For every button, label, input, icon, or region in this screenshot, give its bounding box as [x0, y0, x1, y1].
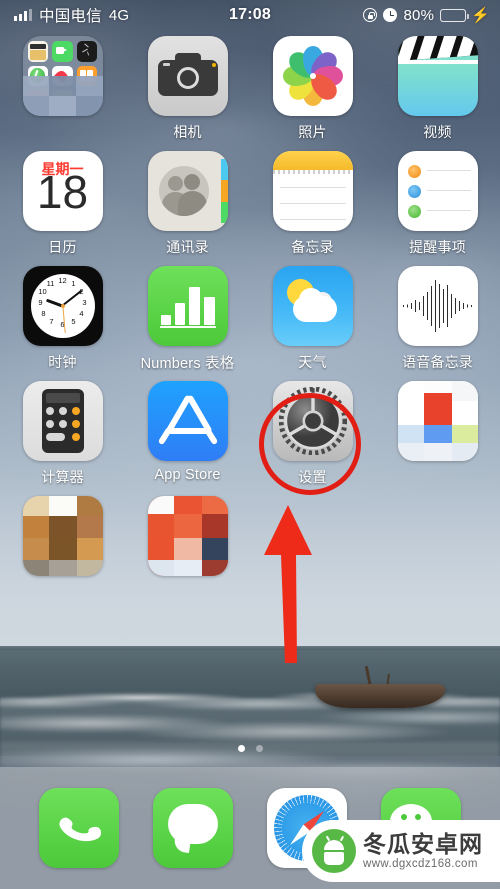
app-label: 时钟	[48, 354, 77, 370]
wallpaper-boat	[314, 665, 446, 714]
page-dot[interactable]	[255, 745, 263, 752]
page-indicator-dots[interactable]	[0, 745, 500, 752]
app-cell-app-store[interactable]: App Store	[125, 381, 250, 496]
pointer-arrow-icon	[264, 505, 312, 663]
app-cell-voice-memos[interactable]: 语音备忘录	[375, 266, 500, 381]
phone-glyph	[59, 817, 102, 842]
analog-clock-icon[interactable]: 12 1 2 3 4 5 6 7 8 9 10 11	[22, 266, 103, 346]
phone-handset-icon[interactable]	[39, 788, 119, 868]
app-label: Numbers 表格	[140, 356, 235, 372]
sun-cloud-icon[interactable]	[272, 266, 353, 346]
pixelated-icon[interactable]	[397, 381, 478, 461]
app-label: App Store	[154, 467, 221, 483]
app-label: 日历	[48, 239, 77, 255]
app-cell-clock[interactable]: 12 1 2 3 4 5 6 7 8 9 10 11 时钟	[0, 266, 125, 381]
settings-highlight-ring	[259, 393, 361, 495]
network-type: 4G	[108, 6, 130, 24]
app-cell-videos[interactable]: 视频	[375, 36, 500, 151]
app-cell-censored-1[interactable]	[375, 381, 500, 496]
pixelated-icon[interactable]	[22, 496, 103, 576]
bar-chart-icon[interactable]	[147, 266, 228, 346]
speech-bubble-icon[interactable]	[153, 788, 233, 868]
calendar-day: 18	[36, 166, 89, 218]
app-row-2: 星期一 18 日历 通讯录 备忘录 提醒事项	[0, 151, 500, 266]
app-cell-reminders[interactable]: 提醒事项	[375, 151, 500, 266]
signal-bars-icon	[14, 9, 32, 21]
pixelated-icon[interactable]	[147, 496, 228, 576]
site-watermark: 冬瓜安卓网 www.dgxcdz168.com	[302, 820, 500, 882]
app-cell-photos[interactable]: 照片	[250, 36, 375, 151]
status-bar: 中国电信 4G 17:08 80% ⚡	[0, 0, 500, 30]
android-mascot-icon	[312, 829, 356, 873]
watermark-text: 冬瓜安卓网 www.dgxcdz168.com	[363, 832, 483, 870]
app-cell-numbers[interactable]: Numbers 表格	[125, 266, 250, 381]
reminders-icon[interactable]	[397, 151, 478, 231]
app-cell-censored-3[interactable]	[125, 496, 250, 611]
waveform-icon[interactable]	[397, 266, 478, 346]
app-row-4: 计算器 App Store 设置	[0, 381, 500, 496]
folder-icon[interactable]	[22, 36, 103, 116]
app-row-3: 12 1 2 3 4 5 6 7 8 9 10 11 时钟	[0, 266, 500, 381]
app-label: 计算器	[41, 469, 84, 485]
carrier-name: 中国电信	[39, 8, 102, 25]
app-cell-weather[interactable]: 天气	[250, 266, 375, 381]
app-cell-contacts[interactable]: 通讯录	[125, 151, 250, 266]
app-row-5	[0, 496, 500, 611]
battery-icon	[440, 8, 469, 22]
contacts-icon[interactable]	[147, 151, 228, 231]
page-dot-active[interactable]	[237, 745, 245, 752]
app-label: 视频	[423, 124, 452, 140]
app-label: 照片	[298, 124, 327, 140]
alarm-clock-icon	[383, 8, 398, 22]
status-bar-right: 80% ⚡	[363, 7, 500, 24]
notes-icon[interactable]	[272, 151, 353, 231]
app-label: 提醒事项	[409, 239, 466, 255]
app-label: 语音备忘录	[402, 354, 473, 370]
camera-icon[interactable]	[147, 36, 228, 116]
app-label: 备忘录	[291, 239, 334, 255]
app-cell-calculator[interactable]: 计算器	[0, 381, 125, 496]
calculator-icon[interactable]	[22, 381, 103, 461]
watermark-url: www.dgxcdz168.com	[363, 858, 478, 871]
app-cell-censored-2[interactable]	[0, 496, 125, 611]
photos-pinwheel-icon[interactable]	[272, 36, 353, 116]
app-label: 通讯录	[166, 239, 209, 255]
app-cell-notes[interactable]: 备忘录	[250, 151, 375, 266]
battery-percent: 80%	[403, 6, 435, 24]
app-label: 天气	[298, 354, 327, 370]
watermark-site-name: 冬瓜安卓网	[363, 830, 483, 857]
app-row-1: 相机 照片 视频	[0, 36, 500, 151]
app-label: 相机	[173, 124, 202, 140]
app-cell-folder[interactable]	[0, 36, 125, 151]
status-bar-left: 中国电信 4G	[0, 4, 129, 26]
app-store-icon[interactable]	[147, 381, 228, 461]
lightning-bolt-icon: ⚡	[471, 6, 490, 24]
clapperboard-icon[interactable]	[397, 36, 478, 116]
app-cell-camera[interactable]: 相机	[125, 36, 250, 151]
calendar-icon[interactable]: 星期一 18	[22, 151, 103, 231]
rotation-lock-icon	[363, 8, 378, 22]
app-grid: 相机 照片 视频 星期一 18 日历 通讯录 备忘录 提醒事项 12 1 3 4…	[0, 36, 500, 611]
app-cell-calendar[interactable]: 星期一 18 日历	[0, 151, 125, 266]
